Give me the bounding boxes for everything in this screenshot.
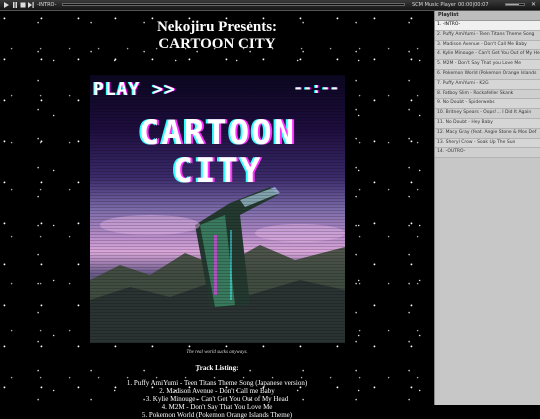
playlist-list: 1. -INTRO- 2. Puffy AmiYumi - Teen Titan… [435,21,540,159]
cover-play-text: PLAY >> [93,79,176,100]
playlist-item[interactable]: 4. Kylie Minouge - Can't Get You Out of … [435,50,540,61]
playlist-item[interactable]: 6. Pokemon World (Pokemon Orange Islands [435,69,540,80]
skip-icon [28,2,34,8]
page-title-line2: CARTOON CITY [158,36,276,52]
play-icon [4,2,9,8]
track-listing-item: 1. Puffy AmiYumi - Teen Titans Theme Son… [126,379,308,387]
playlist-item[interactable]: 1. -INTRO- [435,21,540,31]
playlist-item[interactable]: 11. No Doubt - Hey Baby [435,118,540,129]
stop-button[interactable] [20,2,26,8]
playlist-item[interactable]: 7. Puffy AmiYumi - K2G [435,79,540,90]
playlist-item[interactable]: 5. M2M - Don't Say That you Love Me [435,60,540,70]
track-listing-item: 3. Kylie Minouge - Can't Get You Out of … [145,395,289,403]
play-button[interactable] [3,2,9,8]
seek-bar[interactable] [62,3,405,6]
playlist-item[interactable]: 14. -OUTRO- [435,148,540,159]
track-listing-item: 4. M2M - Don't Say That You Love Me [161,403,273,411]
pause-icon [13,2,17,8]
close-icon[interactable]: ✕ [531,1,536,8]
player-title: SCM Music Player [412,2,456,8]
volume-level [506,4,519,5]
playlist-item[interactable]: 9. No Doubt - Spiderwebs [435,99,540,110]
cover-title-line2: CITY [172,151,263,191]
playlist-item[interactable]: 10. Britney Spears - Oops!... I Did It A… [435,109,540,119]
page-content: Nekojiru Presents: CARTOON CITY PLAY >> … [0,11,434,419]
page-title-line1: Nekojiru Presents: [156,19,278,35]
playlist-header: Playlist [435,11,540,21]
playlist-item[interactable]: 12. Macy Gray (feat. Angie Stone & Mos D… [435,128,540,139]
playlist-item[interactable]: 8. Fatboy Slim - Rockafeller Skank [435,89,540,100]
playlist-item[interactable]: 2. Puffy AmiYumi - Teen Titans Theme Son… [435,30,540,41]
cover-timer-text: --:-- [293,79,339,97]
music-player-bar: -INTRO- SCM Music Player 00:00|00:07 ✕ [0,0,540,11]
track-listing-heading: Track Listing: [195,364,239,372]
album-cover: PLAY >> --:-- CARTOON CITY [90,75,345,343]
cover-title-line1: CARTOON [138,113,297,153]
playlist-panel: Playlist 1. -INTRO- 2. Puffy AmiYumi - T… [434,11,540,405]
track-listing-item: 2. Madison Avenue - Don't Call me Baby [159,387,275,395]
pause-button[interactable] [12,2,18,8]
track-listing: 1. Puffy AmiYumi - Teen Titans Theme Son… [0,379,434,419]
playlist-item[interactable]: 13. Sheryl Crow - Soak Up The Sun [435,138,540,149]
playlist-item[interactable]: 3. Madison Avenue - Don't Call Me Baby [435,40,540,51]
track-listing-item: 5. Pokemon World (Pokemon Orange Islands… [141,411,293,419]
volume-slider[interactable] [505,3,525,6]
page-heading: Nekojiru Presents: CARTOON CITY [0,19,434,53]
stop-icon [20,2,26,8]
tagline: The real world sucks anyways. [186,350,248,355]
next-button[interactable] [28,2,34,8]
current-track-label: -INTRO- [37,2,57,8]
time-readout: 00:00|00:07 [458,2,489,8]
